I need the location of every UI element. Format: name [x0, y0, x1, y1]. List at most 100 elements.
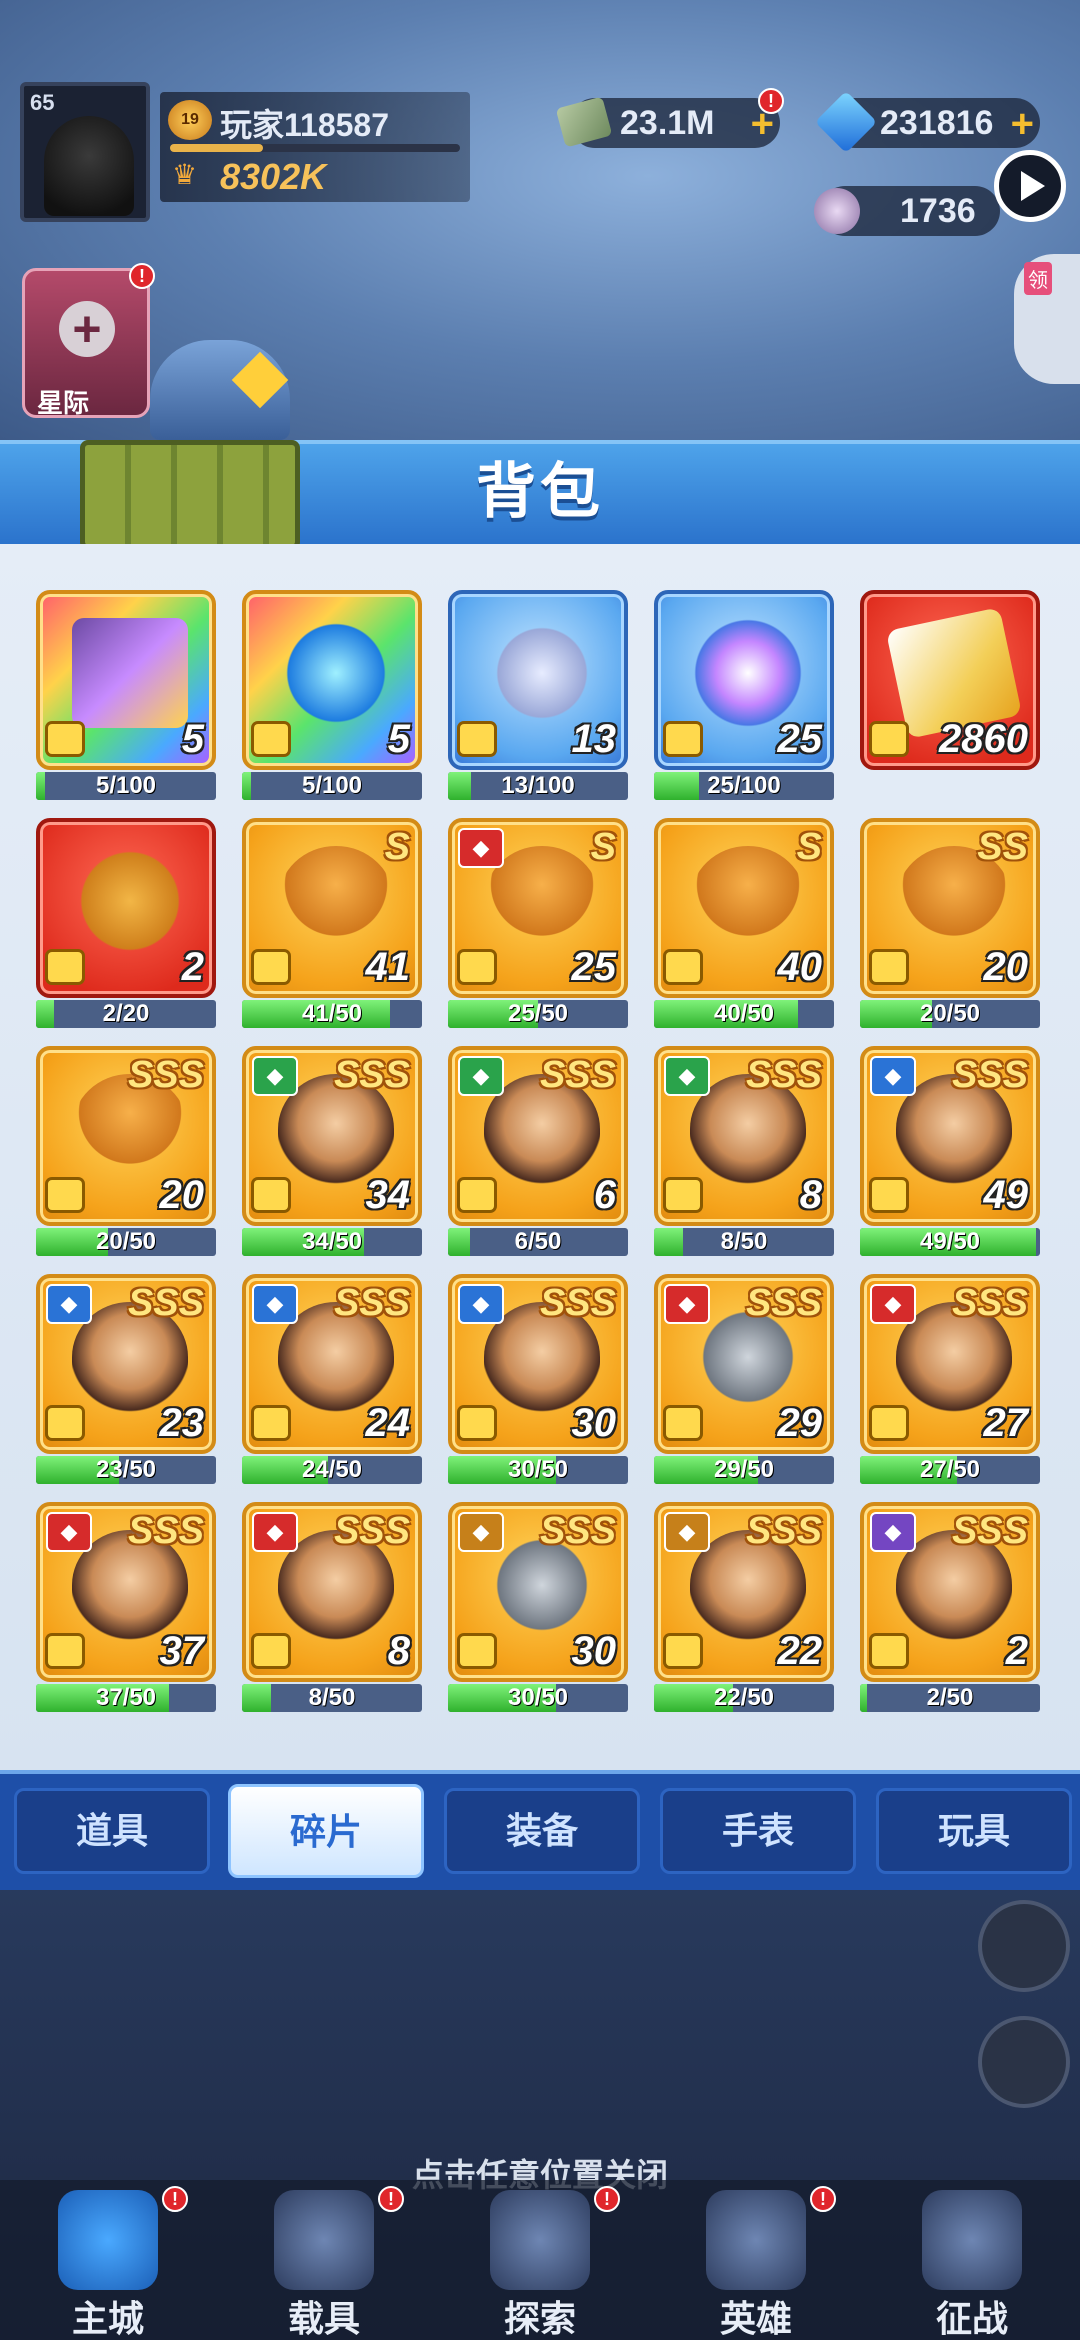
puzzle-piece-icon	[458, 946, 502, 986]
helmet-icon	[278, 846, 394, 956]
item-quantity: 6	[593, 1173, 616, 1217]
item-quantity: 20	[983, 945, 1029, 989]
fragment-progress-bar: 5/100	[36, 772, 216, 800]
grade-label: SSS	[333, 1510, 410, 1552]
grade-label: SSS	[745, 1282, 822, 1324]
grade-label: SSS	[127, 1510, 204, 1552]
puzzle-piece-icon	[46, 718, 90, 758]
puzzle-piece-icon	[46, 1174, 90, 1214]
tab-1[interactable]: 道具	[14, 1788, 210, 1874]
fragment-progress-bar: 5/100	[242, 772, 422, 800]
progress-text: 34/50	[301, 1228, 363, 1255]
fragment-progress-bar: 20/50	[860, 1000, 1040, 1028]
side-reward-tab[interactable]: 领	[1014, 254, 1080, 384]
fragment-item[interactable]: ◆ SSS 34	[242, 1046, 422, 1226]
fragment-progress-bar: 49/50	[860, 1228, 1040, 1256]
gem-plus-icon[interactable]: +	[1011, 102, 1034, 147]
nav-label: 英雄	[719, 2298, 792, 2339]
fragment-item[interactable]: ◆ SSS 30	[448, 1502, 628, 1682]
puzzle-piece-icon	[458, 718, 502, 758]
fragment-item[interactable]: 5	[36, 590, 216, 770]
player-avatar[interactable]: 65	[20, 82, 150, 222]
fragment-item[interactable]: ◆ SSS 49	[860, 1046, 1040, 1226]
item-quantity: 2860	[939, 717, 1028, 761]
puzzle-piece-icon	[46, 1402, 90, 1442]
nav-label: 主城	[71, 2298, 144, 2339]
gem-resource[interactable]: 231816 +	[814, 90, 1040, 154]
fragment-item[interactable]: ◆ SSS 27	[860, 1274, 1040, 1454]
fragment-item[interactable]: ◆ SSS 22	[654, 1502, 834, 1682]
fragment-item[interactable]: ◆ SSS 2	[860, 1502, 1040, 1682]
progress-text: 23/50	[95, 1456, 157, 1483]
fragment-item[interactable]: ◆ SSS 29	[654, 1274, 834, 1454]
fragment-item[interactable]: 5	[242, 590, 422, 770]
fragment-item[interactable]: ◆ SSS 30	[448, 1274, 628, 1454]
fragment-progress-bar: 13/100	[448, 772, 628, 800]
nav-item-1[interactable]: 主城!	[18, 2186, 198, 2340]
nav-item-4[interactable]: 英雄!	[666, 2186, 846, 2340]
nav-label: 探索	[503, 2298, 576, 2339]
fragment-item[interactable]: 2	[36, 818, 216, 998]
item-card: 25	[654, 590, 834, 770]
tab-3[interactable]: 装备	[444, 1788, 640, 1874]
fragment-item[interactable]: 13	[448, 590, 628, 770]
ranking-podium-icon[interactable]	[978, 2016, 1070, 2108]
notification-dot-icon: !	[378, 2186, 404, 2212]
fragment-item[interactable]: 2860	[860, 590, 1040, 770]
fragment-item[interactable]: ◆ SSS 23	[36, 1274, 216, 1454]
item-card: SS 20	[860, 818, 1040, 998]
progress-text: 25/50	[507, 1000, 569, 1027]
notification-dot-icon: !	[594, 2186, 620, 2212]
item-quantity: 22	[777, 1629, 823, 1673]
fragment-item[interactable]: S 40	[654, 818, 834, 998]
faction-badge-icon: ◆	[870, 1056, 916, 1096]
puzzle-piece-icon	[870, 1174, 914, 1214]
fragment-item[interactable]: ◆ SSS 8	[242, 1502, 422, 1682]
player-name: 玩家118587	[220, 107, 390, 143]
fragment-item[interactable]: 25	[654, 590, 834, 770]
fragment-item[interactable]: S 41	[242, 818, 422, 998]
nav-icon	[706, 2190, 806, 2290]
video-play-button[interactable]	[994, 150, 1066, 222]
watch-icon	[278, 618, 394, 728]
nav-item-5[interactable]: 征战	[882, 2190, 1062, 2340]
fragment-item[interactable]: SSS 20	[36, 1046, 216, 1226]
item-quantity: 23	[159, 1401, 205, 1445]
fragment-item[interactable]: ◆ S 25	[448, 818, 628, 998]
nav-item-2[interactable]: 载具!	[234, 2186, 414, 2340]
fragment-progress-bar: 34/50	[242, 1228, 422, 1256]
fragment-progress-bar: 37/50	[36, 1684, 216, 1712]
money-resource[interactable]: 23.1M + !	[555, 88, 784, 148]
fragment-progress-bar: 2/50	[860, 1684, 1040, 1712]
fragment-item[interactable]: ◆ SSS 6	[448, 1046, 628, 1226]
notification-dot-icon: !	[162, 2186, 188, 2212]
faction-badge-icon: ◆	[458, 1284, 504, 1324]
grade-label: S	[590, 826, 616, 868]
fragment-item[interactable]: SS 20	[860, 818, 1040, 998]
fragment-item[interactable]: ◆ SSS 37	[36, 1502, 216, 1682]
nav-item-3[interactable]: 探索!	[450, 2186, 630, 2340]
puzzle-piece-icon	[46, 946, 90, 986]
faction-badge-icon: ◆	[46, 1512, 92, 1552]
fragment-progress-bar: 30/50	[448, 1456, 628, 1484]
power-icon: ♛	[172, 159, 198, 190]
item-quantity: 37	[159, 1629, 205, 1673]
item-card: ◆ SSS 6	[448, 1046, 628, 1226]
puzzle-piece-icon	[252, 1630, 296, 1670]
coin-resource[interactable]: 1736	[814, 186, 1000, 236]
puzzle-piece-icon	[664, 1174, 708, 1214]
tab-5[interactable]: 玩具	[876, 1788, 1072, 1874]
friends-icon[interactable]	[978, 1900, 1070, 1992]
tab-2[interactable]: 碎片	[228, 1784, 424, 1878]
item-card: ◆ SSS 24	[242, 1274, 422, 1454]
progress-text: 27/50	[919, 1456, 981, 1483]
item-card: ◆ SSS 37	[36, 1502, 216, 1682]
fragment-item[interactable]: ◆ SSS 24	[242, 1274, 422, 1454]
player-info-panel[interactable]: 19 玩家118587 ♛ 8302K	[160, 92, 470, 202]
item-quantity: 5	[387, 717, 410, 761]
rank-badge-icon: 19	[168, 100, 212, 140]
fragment-item[interactable]: ◆ SSS 8	[654, 1046, 834, 1226]
faction-badge-icon: ◆	[458, 1056, 504, 1096]
grade-label: SSS	[127, 1054, 204, 1096]
tab-4[interactable]: 手表	[660, 1788, 856, 1874]
